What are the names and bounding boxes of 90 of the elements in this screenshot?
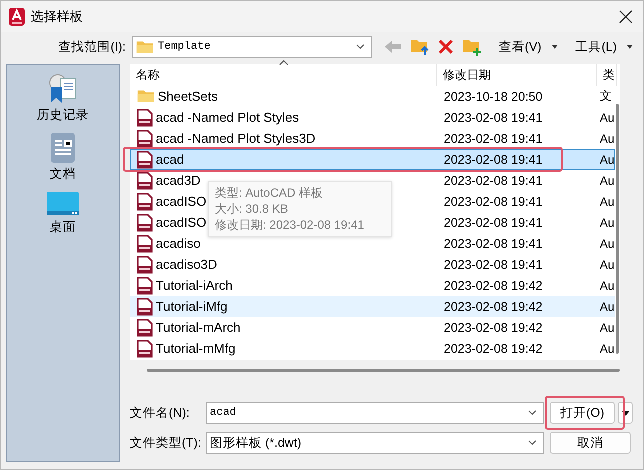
folder-icon xyxy=(136,40,154,54)
modified-date: 2023-02-08 19:41 xyxy=(443,258,544,272)
file-type-dropdown[interactable]: 图形样板 (*.dwt) xyxy=(206,432,544,454)
place-item[interactable]: 历史记录 xyxy=(31,71,95,126)
place-item[interactable]: 桌面 xyxy=(40,189,86,238)
column-header[interactable]: 类 xyxy=(597,64,617,86)
dropdown-caret-icon xyxy=(528,410,537,416)
folder-up-icon[interactable] xyxy=(410,38,430,56)
file-type: Au xyxy=(599,258,616,272)
tooltip-line: 大小: 30.8 KB xyxy=(215,201,290,217)
template-file-icon xyxy=(137,256,153,274)
file-type: Au xyxy=(599,236,616,250)
window-title: 选择样板 xyxy=(31,8,84,26)
modified-date: 2023-10-18 20:50 xyxy=(443,90,544,104)
app-logo-icon xyxy=(9,8,25,26)
file-type: Au xyxy=(599,132,616,146)
dropdown-caret-icon xyxy=(528,440,537,446)
file-row[interactable]: Tutorial-iMfg 2023-02-08 19:42 Au xyxy=(130,296,615,317)
tooltip-line: 修改日期: 2023-02-08 19:41 xyxy=(215,217,366,233)
file-name[interactable]: acad -Named Plot Styles3D xyxy=(156,131,316,146)
modified-date: 2023-02-08 19:41 xyxy=(443,194,544,208)
file-type: Au xyxy=(599,278,616,292)
modified-date: 2023-02-08 19:41 xyxy=(443,110,544,124)
modified-date: 2023-02-08 19:42 xyxy=(443,320,544,334)
file-name[interactable]: acad xyxy=(156,152,184,167)
file-type: Au xyxy=(599,216,616,230)
template-file-icon xyxy=(137,340,153,358)
cancel-button[interactable]: 取消 xyxy=(550,432,631,454)
file-type: Au xyxy=(599,110,616,124)
view-menu[interactable]: 查看(V) xyxy=(495,36,562,58)
recent-files-icon xyxy=(47,73,79,105)
modified-date: 2023-02-08 19:42 xyxy=(443,278,544,292)
template-file-icon xyxy=(137,108,153,126)
place-item[interactable]: 文档 xyxy=(44,130,82,185)
tools-menu[interactable]: 工具(L) xyxy=(572,36,637,58)
file-name[interactable]: SheetSets xyxy=(158,89,218,104)
template-file-icon xyxy=(137,150,153,168)
file-type: Au xyxy=(599,152,616,166)
caret-icon xyxy=(627,45,633,49)
file-type: Au xyxy=(599,194,616,208)
template-file-icon xyxy=(137,172,153,190)
file-name[interactable]: acadISO xyxy=(156,215,207,230)
dropdown-caret-icon xyxy=(356,44,365,50)
file-type-label: 文件类型(T): xyxy=(130,434,202,452)
modified-date: 2023-02-08 19:41 xyxy=(443,132,544,146)
file-type: Au xyxy=(599,300,616,314)
file-name[interactable]: Tutorial-mMfg xyxy=(156,341,236,356)
look-in-dropdown[interactable]: Template xyxy=(132,36,372,58)
modified-date: 2023-02-08 19:41 xyxy=(443,216,544,230)
file-name[interactable]: Tutorial-mArch xyxy=(156,320,241,335)
template-file-icon xyxy=(137,318,153,336)
scrollbar[interactable] xyxy=(147,369,620,372)
document-icon xyxy=(50,132,76,164)
modified-date: 2023-02-08 19:42 xyxy=(443,342,544,356)
folder-icon xyxy=(137,89,155,104)
file-name[interactable]: acadISO xyxy=(156,194,207,209)
file-type: Au xyxy=(599,320,616,334)
column-header[interactable]: 名称 xyxy=(130,64,437,86)
file-name[interactable]: Tutorial-iArch xyxy=(156,278,233,293)
template-file-icon xyxy=(137,276,153,294)
close-icon[interactable] xyxy=(619,10,633,24)
caret-icon xyxy=(622,410,630,416)
template-file-icon xyxy=(137,192,153,210)
modified-date: 2023-02-08 19:42 xyxy=(443,300,544,314)
file-name-field[interactable]: acad xyxy=(206,402,544,424)
delete-icon[interactable] xyxy=(438,39,454,55)
file-type: Au xyxy=(599,342,616,356)
template-file-icon xyxy=(137,130,153,148)
modified-date: 2023-02-08 19:41 xyxy=(443,236,544,250)
file-name[interactable]: acadiso xyxy=(156,236,201,251)
tooltip-line: 类型: AutoCAD 样板 xyxy=(215,185,324,201)
file-name[interactable]: acad -Named Plot Styles xyxy=(156,110,300,125)
open-button[interactable]: 打开(O) xyxy=(550,402,615,424)
column-header[interactable]: 修改日期 xyxy=(437,64,597,86)
look-in-label: 查找范围(I): xyxy=(58,38,127,56)
file-name[interactable]: acad3D xyxy=(156,173,201,188)
template-file-icon xyxy=(137,234,153,252)
file-name[interactable]: acadiso3D xyxy=(156,257,218,272)
file-type: Au xyxy=(599,174,616,188)
scrollbar[interactable] xyxy=(616,104,619,354)
desktop-icon xyxy=(46,191,80,217)
new-folder-icon[interactable] xyxy=(462,38,482,56)
modified-date: 2023-02-08 19:41 xyxy=(443,152,544,166)
file-name-label: 文件名(N): xyxy=(130,404,191,422)
template-file-icon xyxy=(137,298,153,316)
template-file-icon xyxy=(137,214,153,232)
modified-date: 2023-02-08 19:41 xyxy=(443,174,544,188)
caret-icon xyxy=(552,45,558,49)
file-name[interactable]: Tutorial-iMfg xyxy=(156,299,228,314)
file-type: 文 xyxy=(599,88,613,105)
